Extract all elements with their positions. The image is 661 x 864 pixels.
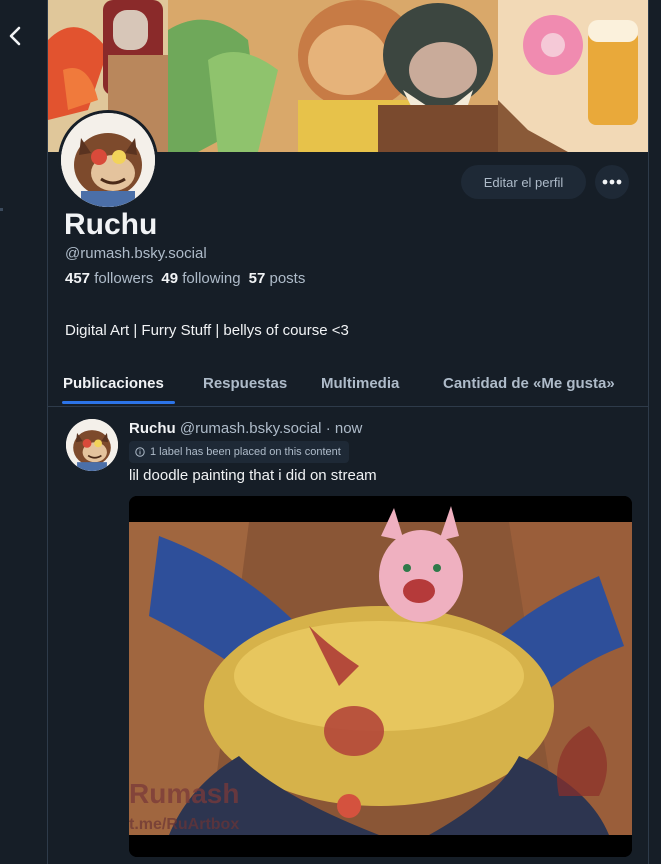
avatar-artwork [61,113,155,207]
followers-count: 457 [65,270,91,287]
left-rail [0,0,47,864]
feed-post[interactable]: Ruchu @rumash.bsky.social · now 1 label … [48,407,648,864]
following-count: 49 [161,270,179,287]
profile-column: Editar el perfil Ruchu @rumash.bsky.soci… [47,0,649,864]
more-options-button[interactable] [595,165,629,199]
chevron-left-icon [9,26,21,46]
following-label: following [182,270,241,287]
post-avatar-artwork [66,419,118,471]
post-timestamp[interactable]: now [335,420,363,437]
tab-multimedia[interactable]: Multimedia [321,362,399,405]
post-image-artwork: Rumash t.me/RuArtbox [129,496,632,857]
edit-profile-button[interactable]: Editar el perfil [461,165,586,199]
posts-label: posts [269,270,306,287]
content-label-text: 1 label has been placed on this content [150,446,341,458]
profile-bio: Digital Art | Furry Stuff | bellys of co… [65,322,349,339]
back-button[interactable] [0,18,30,54]
post-text: lil doodle painting that i did on stream [129,467,377,484]
tab-publicaciones[interactable]: Publicaciones [63,362,164,405]
image-watermark-name: Rumash [129,778,239,809]
content-label-chip[interactable]: 1 label has been placed on this content [129,441,349,463]
post-separator: · [325,420,331,437]
followers-link[interactable]: 457 followers [65,270,153,287]
posts-stat: 57 posts [249,270,306,287]
post-header: Ruchu @rumash.bsky.social · now [129,420,362,437]
post-image[interactable]: Rumash t.me/RuArtbox [129,496,632,857]
followers-label: followers [94,270,154,287]
posts-count: 57 [248,270,266,287]
info-icon [135,447,145,457]
post-author-name[interactable]: Ruchu [129,420,176,437]
active-tab-indicator [62,401,175,404]
profile-stats: 457 followers 49 following 57 posts [65,270,305,287]
tab-respuestas[interactable]: Respuestas [203,362,287,405]
rail-marker [0,208,3,211]
more-horizontal-icon [602,179,622,185]
post-author-handle[interactable]: @rumash.bsky.social [180,420,322,437]
profile-handle: @rumash.bsky.social [65,245,207,262]
image-watermark-link: t.me/RuArtbox [129,816,239,833]
post-author-avatar[interactable] [66,419,118,471]
tab-me-gusta[interactable]: Cantidad de «Me gusta» [443,362,615,405]
following-link[interactable]: 49 following [161,270,240,287]
profile-display-name: Ruchu [64,208,158,241]
profile-avatar[interactable] [58,110,158,210]
